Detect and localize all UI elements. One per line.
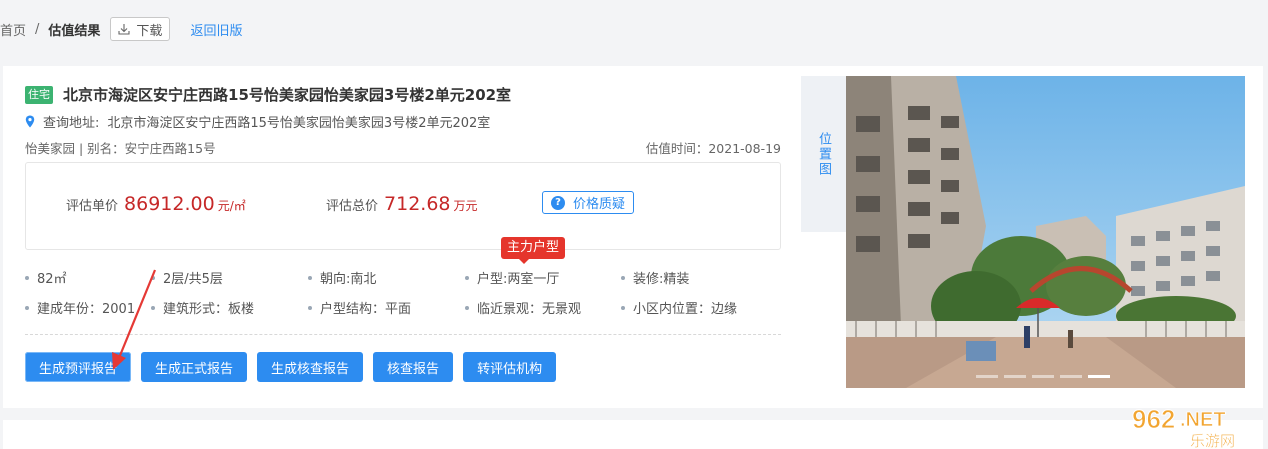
carousel-dot[interactable] [976, 375, 998, 378]
watermark-site: 乐游网 [1190, 432, 1235, 449]
property-title: 北京市海淀区安宁庄西路15号怡美家园怡美家园3号楼2单元202室 [63, 86, 512, 104]
attr-community-position-text: 小区内位置：边缘 [633, 302, 738, 317]
breadcrumb-separator: / [35, 21, 40, 37]
bullet-dot [308, 305, 312, 310]
location-pin-icon [25, 115, 35, 128]
title-row: 住宅 北京市海淀区安宁庄西路15号怡美家园怡美家园3号楼2单元202室 [25, 84, 511, 105]
bullet-dot [465, 275, 469, 280]
bullet-dot [25, 305, 29, 310]
attr-layout: 户型:两室一厅 [465, 268, 559, 287]
attr-layout-text: 户型:两室一厅 [477, 272, 560, 287]
next-panel [3, 420, 1263, 449]
total-price-value: 712.68 [384, 193, 451, 215]
question-icon: ? [551, 195, 565, 210]
bullet-dot [308, 275, 312, 280]
old-version-link[interactable]: 返回旧版 [190, 20, 242, 39]
unit-price-value: 86912.00 [124, 193, 215, 215]
attr-community-position: 小区内位置：边缘 [621, 298, 737, 317]
unit-price-label: 评估单价 [66, 199, 119, 214]
arrow-annotation-icon [112, 269, 157, 370]
property-type-tag: 住宅 [25, 85, 53, 104]
attr-decoration: 装修:精装 [621, 268, 689, 287]
check-report-button[interactable]: 核查报告 [373, 352, 454, 382]
download-icon [118, 24, 130, 35]
query-address-label: 查询地址: [43, 116, 100, 131]
photo-carousel-dots [976, 375, 1116, 378]
download-label: 下载 [136, 23, 163, 39]
attr-building-form: 建筑形式：板楼 [151, 298, 254, 317]
carousel-dot[interactable] [1004, 375, 1026, 378]
carousel-dot[interactable] [1060, 375, 1082, 378]
attr-nearby-view: 临近景观：无景观 [465, 298, 581, 317]
watermark-suffix: .NET [1180, 409, 1226, 431]
price-doubt-button[interactable]: ? 价格质疑 [542, 191, 635, 214]
price-doubt-label: 价格质疑 [573, 197, 626, 212]
tab-location-map[interactable]: 位置图 [801, 76, 846, 232]
site-watermark-logo: 962 .NET 乐游网 [1132, 404, 1236, 449]
attr-building-form-text: 建筑形式：板楼 [163, 302, 255, 317]
attr-area-text: 82㎡ [37, 272, 67, 287]
attr-orientation-text: 朝向:南北 [320, 272, 377, 287]
attr-layout-structure: 户型结构：平面 [308, 298, 411, 317]
main-type-badge: 主力户型 [501, 237, 566, 264]
query-address-row: 查询地址: 北京市海淀区安宁庄西路15号怡美家园怡美家园3号楼2单元202室 [25, 112, 490, 131]
breadcrumb-current: 估值结果 [48, 23, 101, 39]
total-price: 评估总价 712.68 万元 [326, 193, 478, 215]
attr-nearby-view-text: 临近景观：无景观 [477, 302, 582, 317]
community-photo[interactable] [846, 76, 1245, 388]
total-price-unit: 万元 [453, 199, 478, 213]
generate-check-report-button[interactable]: 生成核查报告 [257, 352, 364, 382]
bullet-dot [25, 275, 29, 280]
meta-row: 怡美家园 | 别名：安宁庄西路15号 估值时间：2021-08-19 [25, 138, 781, 157]
bullet-dot [621, 305, 625, 310]
media-side-tabs: 位置图 照片 [801, 76, 846, 388]
download-button[interactable]: 下载 [110, 17, 171, 41]
unit-price: 评估单价 86912.00 元/㎡ [66, 193, 246, 215]
community-alias: 怡美家园 | 别名：安宁庄西路15号 [25, 141, 216, 156]
bullet-dot [621, 275, 625, 280]
attr-decoration-text: 装修:精装 [633, 272, 690, 287]
attr-layout-structure-text: 户型结构：平面 [320, 302, 412, 317]
carousel-dot[interactable] [1032, 375, 1054, 378]
community-photo-image [846, 76, 1245, 388]
total-price-label: 评估总价 [326, 199, 379, 214]
transfer-agency-button[interactable]: 转评估机构 [463, 352, 557, 382]
price-box: 评估单价 86912.00 元/㎡ 评估总价 712.68 万元 ? 价格质疑 [25, 162, 781, 250]
bullet-dot [465, 305, 469, 310]
attr-floor-text: 2层/共5层 [163, 272, 223, 287]
valuation-time: 估值时间：2021-08-19 [645, 141, 781, 156]
attr-area: 82㎡ [25, 268, 67, 287]
unit-price-unit: 元/㎡ [217, 199, 246, 213]
valuation-card: 住宅 北京市海淀区安宁庄西路15号怡美家园怡美家园3号楼2单元202室 查询地址… [3, 66, 1263, 408]
query-address-value: 北京市海淀区安宁庄西路15号怡美家园怡美家园3号楼2单元202室 [107, 116, 491, 131]
breadcrumb-home[interactable]: 首页 [0, 20, 26, 39]
watermark-brand: 962 [1132, 404, 1175, 434]
attr-orientation: 朝向:南北 [308, 268, 376, 287]
breadcrumb: 首页 / 估值结果 下载 返回旧版 [0, 16, 242, 42]
carousel-dot-active[interactable] [1088, 375, 1110, 378]
